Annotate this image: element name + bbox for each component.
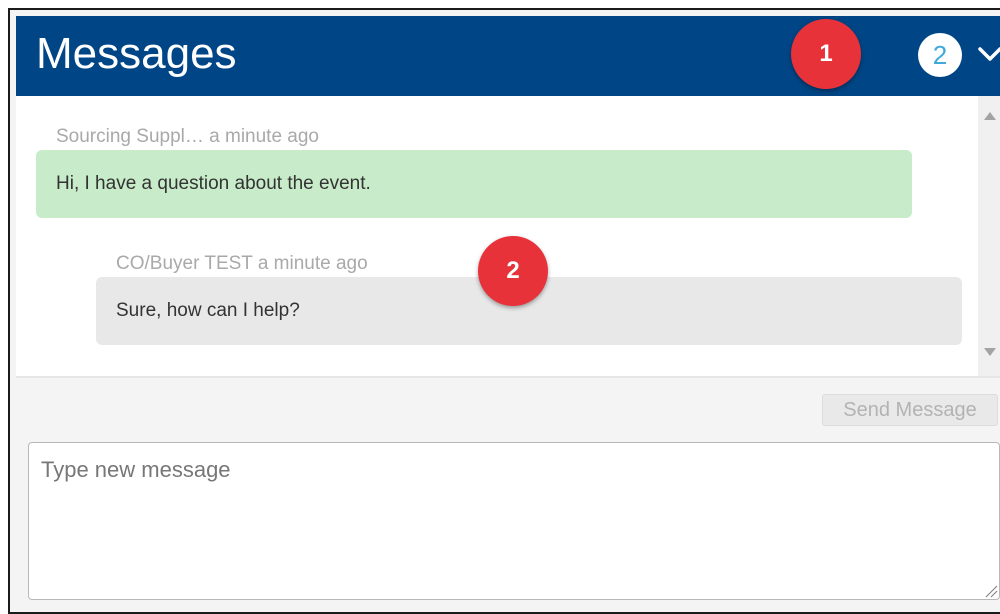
annotation-marker-2: 2 — [478, 236, 548, 306]
scroll-up-arrow-icon[interactable] — [984, 112, 996, 120]
messages-header: Messages 1 2 — [16, 16, 1000, 96]
message-thread: Sourcing Suppl… a minute ago Hi, I have … — [16, 96, 978, 376]
message-meta: CO/Buyer TEST a minute ago — [116, 253, 368, 274]
thread-scrollbar[interactable] — [978, 96, 1000, 376]
unread-count-badge: 2 — [918, 33, 962, 77]
message-meta: Sourcing Suppl… a minute ago — [56, 126, 319, 147]
messages-panel: Messages 1 2 Sourcing Suppl… a minute ag… — [8, 8, 1000, 614]
resize-grip-icon[interactable] — [982, 582, 998, 598]
chevron-down-icon[interactable] — [974, 40, 1000, 70]
panel-title: Messages — [36, 29, 237, 78]
send-message-button[interactable]: Send Message — [822, 394, 998, 426]
new-message-input[interactable] — [28, 442, 1000, 600]
divider — [16, 376, 1000, 378]
message-bubble-incoming: Hi, I have a question about the event. — [36, 150, 912, 218]
annotation-marker-1: 1 — [791, 19, 861, 89]
scroll-down-arrow-icon[interactable] — [984, 348, 996, 356]
